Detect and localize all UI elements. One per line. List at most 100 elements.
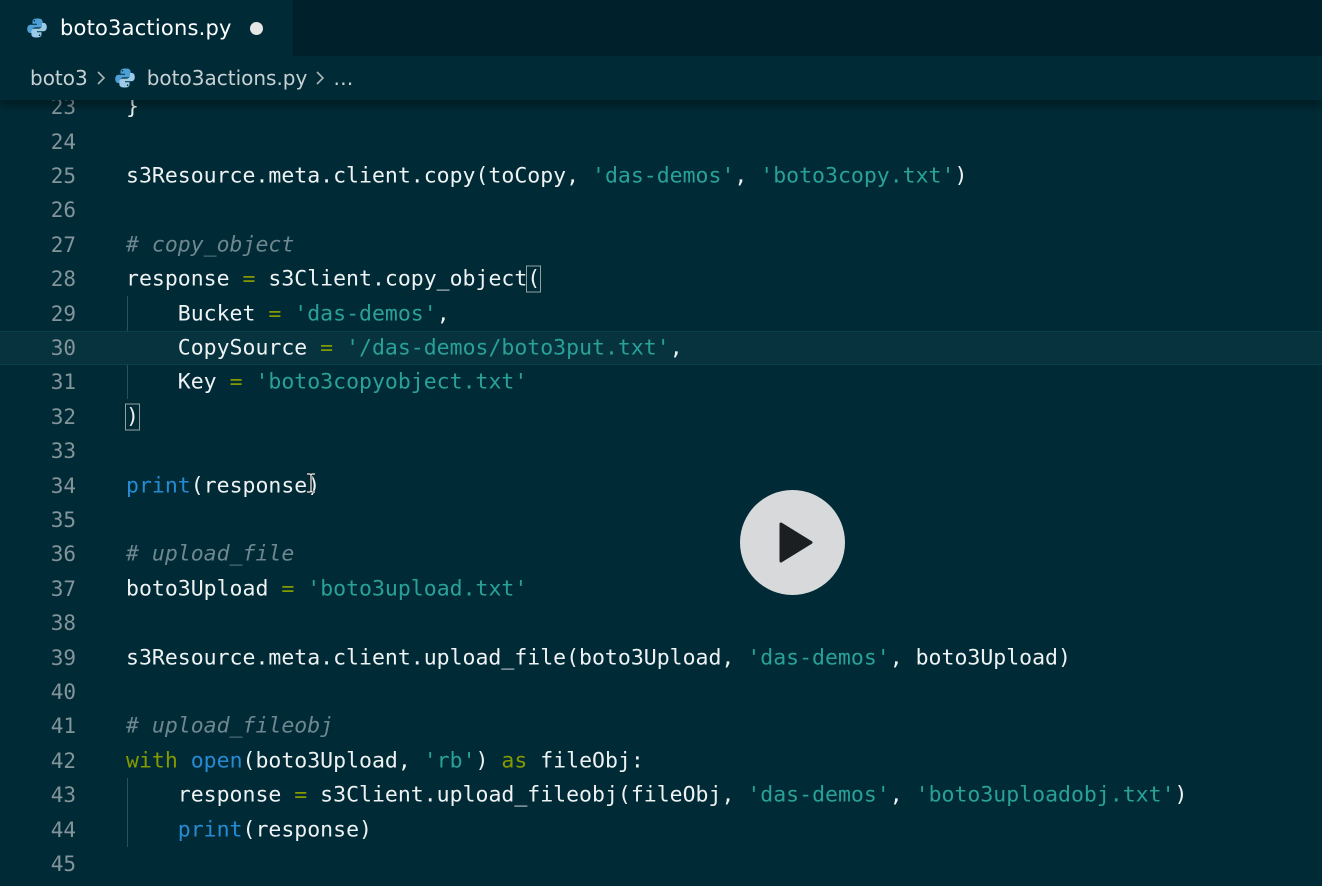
code-text: CopySource = '/das-demos/boto3put.txt', <box>126 335 683 360</box>
code-token: response <box>126 782 295 808</box>
code-text: print(response) <box>126 817 372 842</box>
code-token: , <box>669 335 683 361</box>
code-token: Bucket <box>126 301 269 327</box>
tab-boto3actions[interactable]: boto3actions.py <box>0 0 293 56</box>
code-line[interactable]: 40 <box>0 675 1322 709</box>
code-line[interactable]: 32) <box>0 400 1322 434</box>
line-number: 41 <box>50 714 76 739</box>
line-number: 27 <box>50 232 76 257</box>
code-token: , <box>436 301 450 327</box>
code-token: 'das-demos' <box>747 645 890 671</box>
code-text: # copy_object <box>126 232 294 257</box>
line-number: 33 <box>50 439 76 464</box>
code-token: fileObj: <box>527 748 644 774</box>
chevron-right-icon <box>96 70 106 86</box>
code-line[interactable]: 37 boto3Upload = 'boto3upload.txt' <box>0 572 1322 606</box>
code-token: 'boto3upload.txt' <box>307 576 528 602</box>
code-token: 'das-demos' <box>747 782 890 808</box>
line-number: 43 <box>50 783 76 808</box>
code-line[interactable]: 33 <box>0 434 1322 468</box>
line-number: 25 <box>50 163 76 188</box>
code-token: , boto3Upload) <box>889 645 1071 671</box>
code-text: print(response) <box>126 473 320 498</box>
code-text: response = s3Client.upload_fileobj(fileO… <box>126 782 1188 808</box>
code-line[interactable]: 42 with open(boto3Upload, 'rb') as fileOb… <box>0 744 1322 778</box>
code-line[interactable]: 29 Bucket = 'das-demos', <box>0 296 1322 330</box>
code-line[interactable]: 25 s3Resource.meta.client.copy(toCopy, 'd… <box>0 159 1322 193</box>
breadcrumb-more[interactable]: … <box>333 66 353 90</box>
line-number: 30 <box>50 335 76 360</box>
code-token: # upload_fileobj <box>126 713 334 739</box>
line-number: 42 <box>50 748 76 773</box>
code-text: Bucket = 'das-demos', <box>126 301 450 326</box>
code-line[interactable]: 43 response = s3Client.upload_fileobj(fi… <box>0 778 1322 812</box>
code-token: s3Resource.meta.client.copy(toCopy, <box>126 163 592 189</box>
breadcrumb-file[interactable]: boto3actions.py <box>114 66 308 90</box>
code-line[interactable]: 45 <box>0 847 1322 881</box>
tab-bar: boto3actions.py <box>0 0 1322 56</box>
code-token: , <box>734 163 761 189</box>
code-editor[interactable]: 23} 24 25 s3Resource.meta.client.copy(toCop… <box>0 90 1322 886</box>
code-line[interactable]: 26 <box>0 193 1322 227</box>
code-text: s3Resource.meta.client.copy(toCopy, 'das… <box>126 163 967 188</box>
code-token: '/das-demos/boto3put.txt' <box>346 335 670 361</box>
breadcrumb-file-label: boto3actions.py <box>146 66 308 90</box>
line-number: 26 <box>50 198 76 223</box>
code-line[interactable]: 35 <box>0 503 1322 537</box>
code-text: Key = 'boto3copyobject.txt' <box>126 369 528 395</box>
code-token: ) <box>475 748 502 774</box>
code-line[interactable]: 41 # upload_fileobj <box>0 709 1322 743</box>
code-text: with open(boto3Upload, 'rb') as fileObj: <box>126 748 644 773</box>
code-line[interactable]: 44 print(response) <box>0 812 1322 846</box>
line-number: 24 <box>50 129 76 154</box>
play-button[interactable] <box>740 490 845 595</box>
code-token: response <box>126 266 243 292</box>
matched-bracket: ) <box>125 403 140 431</box>
code-token: 'das-demos' <box>592 163 735 189</box>
line-number: 35 <box>50 507 76 532</box>
code-token: = <box>320 335 334 361</box>
breadcrumb-folder[interactable]: boto3 <box>30 66 88 90</box>
code-token: s3Client.upload_fileobj(fileObj, <box>307 782 748 808</box>
code-token: 'boto3copy.txt' <box>760 163 955 189</box>
line-number: 36 <box>50 542 76 567</box>
code-token: = <box>268 301 282 327</box>
unsaved-dot-icon[interactable] <box>249 21 263 35</box>
code-token: # copy_object <box>126 232 295 258</box>
code-token: = <box>294 782 308 808</box>
line-number: 28 <box>50 267 76 292</box>
code-text: s3Resource.meta.client.upload_file(boto3… <box>126 645 1071 670</box>
line-number: 45 <box>50 851 76 876</box>
code-token: (response) <box>190 473 321 499</box>
line-number: 40 <box>50 679 76 704</box>
code-text: # upload_fileobj <box>126 714 333 739</box>
code-token: , <box>889 782 916 808</box>
line-number: 44 <box>50 817 76 842</box>
code-line[interactable]: 34 print(response) <box>0 468 1322 502</box>
code-token: ) <box>1174 782 1188 808</box>
line-number: 34 <box>50 473 76 498</box>
code-line[interactable]: 39 s3Resource.meta.client.upload_file(bot… <box>0 640 1322 674</box>
code-line[interactable]: 24 <box>0 124 1322 158</box>
chevron-right-icon <box>315 70 325 86</box>
code-line[interactable]: 30 CopySource = '/das-demos/boto3put.txt… <box>0 330 1322 366</box>
breadcrumb: boto3 boto3actions.py … <box>0 56 1322 100</box>
code-token: s3Client.copy_object <box>255 266 528 292</box>
code-line[interactable]: 27 # copy_object <box>0 228 1322 262</box>
code-line[interactable]: 31 Key = 'boto3copyobject.txt' <box>0 365 1322 399</box>
code-token: print <box>126 473 191 499</box>
code-token: open <box>190 748 243 774</box>
code-token: with <box>126 748 178 774</box>
code-line[interactable]: 36 # upload_file <box>0 537 1322 571</box>
code-line[interactable]: 38 <box>0 606 1322 640</box>
code-token: CopySource <box>126 335 321 361</box>
text-cursor-icon <box>305 472 317 494</box>
code-token: 'boto3copyobject.txt' <box>255 369 528 395</box>
code-line[interactable]: 28 response = s3Client.copy_object( <box>0 262 1322 296</box>
line-number: 39 <box>50 645 76 670</box>
code-token: 'boto3uploadobj.txt' <box>915 782 1175 808</box>
